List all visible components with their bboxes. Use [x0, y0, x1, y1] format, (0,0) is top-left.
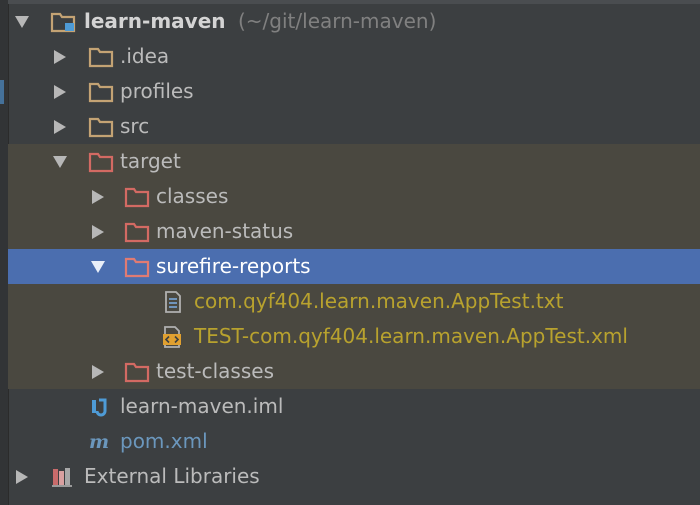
- collapse-arrow-icon[interactable]: [50, 144, 70, 179]
- folder-icon: [88, 109, 114, 144]
- file-label: com.qyf404.learn.maven.AppTest.txt: [194, 289, 564, 313]
- collapse-arrow-icon[interactable]: [88, 249, 108, 284]
- tree-row-test-classes[interactable]: test-classes: [8, 354, 700, 389]
- tree-row-xml-file[interactable]: TEST-com.qyf404.learn.maven.AppTest.xml: [8, 319, 700, 354]
- module-folder-icon: [50, 4, 76, 39]
- folder-icon: [88, 74, 114, 109]
- folder-icon: [88, 39, 114, 74]
- file-label: learn-maven.iml: [120, 394, 284, 418]
- project-name: learn-maven: [84, 9, 226, 33]
- svg-text:m: m: [89, 431, 109, 453]
- collapse-arrow-icon[interactable]: [12, 4, 32, 39]
- folder-label: profiles: [120, 79, 194, 103]
- folder-label: src: [120, 114, 150, 138]
- expand-arrow-icon[interactable]: [88, 214, 108, 249]
- folder-label: maven-status: [156, 219, 294, 243]
- excluded-folder-icon: [124, 354, 150, 389]
- tree-row-maven-status[interactable]: maven-status: [8, 214, 700, 249]
- xml-file-icon: [160, 319, 186, 354]
- project-tree: learn-maven (~/git/learn-maven) .idea pr…: [8, 4, 700, 494]
- tree-row-learn-maven[interactable]: learn-maven (~/git/learn-maven): [8, 4, 700, 39]
- tree-row-classes[interactable]: classes: [8, 179, 700, 214]
- tree-row-iml-file[interactable]: learn-maven.iml: [8, 389, 700, 424]
- expand-arrow-icon[interactable]: [50, 39, 70, 74]
- tree-row-idea[interactable]: .idea: [8, 39, 700, 74]
- tree-row-profiles[interactable]: profiles: [8, 74, 700, 109]
- project-path: (~/git/learn-maven): [238, 9, 437, 33]
- expand-arrow-icon[interactable]: [12, 459, 32, 494]
- expand-arrow-icon[interactable]: [88, 179, 108, 214]
- excluded-folder-icon: [124, 249, 150, 284]
- expand-arrow-icon[interactable]: [50, 109, 70, 144]
- folder-label: .idea: [120, 44, 170, 68]
- folder-label: target: [120, 149, 181, 173]
- file-label: pom.xml: [120, 429, 208, 453]
- tree-row-target[interactable]: target: [8, 144, 700, 179]
- folder-label: surefire-reports: [156, 254, 311, 278]
- folder-label: test-classes: [156, 359, 274, 383]
- tree-row-txt-file[interactable]: com.qyf404.learn.maven.AppTest.txt: [8, 284, 700, 319]
- intellij-module-icon: [88, 389, 114, 424]
- folder-label: classes: [156, 184, 229, 208]
- expand-arrow-icon[interactable]: [88, 354, 108, 389]
- tree-row-surefire-reports[interactable]: surefire-reports: [8, 249, 700, 284]
- tree-row-pom-file[interactable]: m pom.xml: [8, 424, 700, 459]
- excluded-folder-icon: [124, 179, 150, 214]
- strip-marker: [0, 80, 4, 104]
- folder-label: External Libraries: [84, 464, 260, 488]
- tree-row-external-libraries[interactable]: External Libraries: [8, 459, 700, 494]
- expand-arrow-icon[interactable]: [50, 74, 70, 109]
- excluded-folder-icon: [88, 144, 114, 179]
- maven-icon: m: [88, 424, 114, 459]
- text-file-icon: [160, 284, 186, 319]
- tree-row-src[interactable]: src: [8, 109, 700, 144]
- excluded-folder-icon: [124, 214, 150, 249]
- library-icon: [50, 459, 76, 494]
- file-label: TEST-com.qyf404.learn.maven.AppTest.xml: [194, 324, 628, 348]
